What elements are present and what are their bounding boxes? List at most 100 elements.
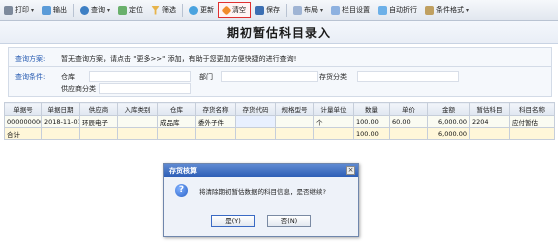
print-label: 打印 — [15, 6, 29, 14]
table-cell[interactable]: 2018-11-01 — [41, 115, 80, 128]
inventory-class-label: 存货分类 — [319, 73, 347, 81]
table-cell — [469, 127, 510, 140]
column-header[interactable]: 单据日期 — [41, 102, 80, 116]
query-button[interactable]: 查询 ▾ — [76, 2, 114, 18]
column-settings-label: 栏目设置 — [342, 6, 371, 14]
estimate-table: 单据号 单据日期 供应商 入库类别 仓库 存货名称 存货代码 规格型号 计量单位… — [4, 102, 555, 140]
table-cell: 合计 — [4, 127, 42, 140]
layout-button[interactable]: 布局 ▾ — [289, 2, 327, 18]
dialog-title-bar[interactable]: 存货核算 × — [164, 164, 358, 177]
query-panel: 查询方案: 暂无查询方案，请点击 "更多>>" 添加，有助于您更加方便快捷的进行… — [8, 47, 552, 97]
yes-button[interactable]: 是(Y) — [211, 215, 255, 227]
locate-label: 定位 — [129, 6, 144, 14]
chevron-down-icon: ▾ — [107, 6, 111, 14]
query-scheme-hint[interactable]: 暂无查询方案，请点击 "更多>>" 添加，有助于您更加方便快捷的进行查询! — [61, 54, 296, 64]
table-cell[interactable]: 成品库 — [157, 115, 196, 128]
table-cell[interactable]: 100.00 — [353, 115, 390, 128]
locate-icon — [118, 5, 128, 15]
chevron-down-icon: ▾ — [466, 6, 470, 14]
word-wrap-label: 自动折行 — [389, 6, 418, 14]
query-divider — [9, 66, 551, 67]
filter-button[interactable]: 筛选 — [147, 2, 180, 18]
table-cell — [313, 127, 354, 140]
question-icon: ? — [175, 184, 188, 197]
warehouse-field[interactable] — [89, 71, 191, 82]
table-cell[interactable] — [117, 115, 158, 128]
chevron-down-icon: ▾ — [320, 6, 324, 14]
table-cell[interactable]: 应付暂估 — [509, 115, 555, 128]
column-header[interactable]: 存货名称 — [195, 102, 236, 116]
save-label: 保存 — [266, 6, 281, 14]
no-button[interactable]: 否(N) — [267, 215, 311, 227]
column-header[interactable]: 暂估科目 — [469, 102, 510, 116]
close-icon[interactable]: × — [346, 166, 355, 175]
table-cell-selected[interactable] — [235, 115, 276, 128]
warehouse-label: 仓库 — [61, 73, 75, 81]
export-label: 输出 — [53, 6, 68, 14]
dialog-message: 将清除期初暂估数据的科目信息，是否继续? — [199, 188, 326, 196]
dialog-title: 存货核算 — [169, 167, 197, 175]
column-header[interactable]: 计量单位 — [313, 102, 354, 116]
column-header[interactable]: 仓库 — [157, 102, 196, 116]
save-icon — [255, 5, 265, 15]
table-cell[interactable]: 0000000003 — [4, 115, 42, 128]
word-wrap-button[interactable]: 自动折行 — [374, 2, 421, 18]
table-cell[interactable]: 委外子件 — [195, 115, 236, 128]
column-header[interactable]: 供应商 — [79, 102, 118, 116]
table-cell[interactable]: 6,000.00 — [427, 115, 470, 128]
table-total-row: 合计 100.00 6,000.00 — [4, 127, 555, 140]
word-wrap-icon — [378, 5, 388, 15]
column-header[interactable]: 科目名称 — [509, 102, 555, 116]
supplier-class-field[interactable] — [99, 83, 191, 94]
column-header[interactable]: 单价 — [389, 102, 428, 116]
column-settings-button[interactable]: 栏目设置 — [327, 2, 374, 18]
column-header[interactable]: 存货代码 — [235, 102, 276, 116]
query-label: 查询 — [91, 6, 106, 14]
table-cell: 100.00 — [353, 127, 390, 140]
conditional-format-button[interactable]: 条件格式 ▾ — [421, 2, 473, 18]
print-button[interactable]: 打印 ▾ — [0, 2, 38, 18]
table-cell — [235, 127, 276, 140]
clear-icon — [221, 5, 232, 15]
data-grid: 单据号 单据日期 供应商 入库类别 仓库 存货名称 存货代码 规格型号 计量单位… — [4, 102, 555, 140]
table-row[interactable]: 0000000003 2018-11-01 环辰电子 成品库 委外子件 个 10… — [4, 115, 555, 128]
column-header[interactable]: 单据号 — [4, 102, 42, 116]
page-title: 期初暂估科目录入 — [226, 26, 331, 40]
locate-button[interactable]: 定位 — [114, 2, 147, 18]
table-header-row: 单据号 单据日期 供应商 入库类别 仓库 存货名称 存货代码 规格型号 计量单位… — [4, 102, 555, 116]
column-settings-icon — [331, 5, 341, 15]
toolbar-divider — [286, 3, 288, 17]
refresh-label: 更新 — [200, 6, 215, 14]
table-cell — [41, 127, 80, 140]
department-field[interactable] — [221, 71, 318, 82]
table-cell — [117, 127, 158, 140]
chevron-down-icon: ▾ — [31, 6, 35, 14]
table-cell[interactable]: 60.00 — [389, 115, 428, 128]
conditional-format-icon — [425, 5, 435, 15]
inventory-class-field[interactable] — [357, 71, 459, 82]
table-cell: 6,000.00 — [427, 127, 470, 140]
table-cell — [509, 127, 555, 140]
clear-button[interactable]: 清空 — [218, 2, 252, 18]
refresh-button[interactable]: 更新 — [185, 2, 218, 18]
column-header[interactable]: 金额 — [427, 102, 470, 116]
export-button[interactable]: 输出 — [38, 2, 71, 18]
query-scheme-label: 查询方案: — [15, 55, 46, 63]
save-button[interactable]: 保存 — [251, 2, 284, 18]
table-cell — [275, 127, 314, 140]
toolbar-divider — [73, 3, 75, 17]
table-cell[interactable]: 个 — [313, 115, 354, 128]
column-header[interactable]: 数量 — [353, 102, 390, 116]
filter-icon — [151, 5, 161, 15]
filter-label: 筛选 — [162, 6, 177, 14]
table-cell[interactable]: 环辰电子 — [79, 115, 118, 128]
column-header[interactable]: 规格型号 — [275, 102, 314, 116]
table-cell[interactable] — [275, 115, 314, 128]
table-cell[interactable]: 2204 — [469, 115, 510, 128]
department-label: 部门 — [199, 73, 213, 81]
supplier-class-label: 供应商分类 — [61, 85, 96, 93]
refresh-icon — [189, 5, 199, 15]
table-cell — [195, 127, 236, 140]
column-header[interactable]: 入库类别 — [117, 102, 158, 116]
table-cell — [157, 127, 196, 140]
